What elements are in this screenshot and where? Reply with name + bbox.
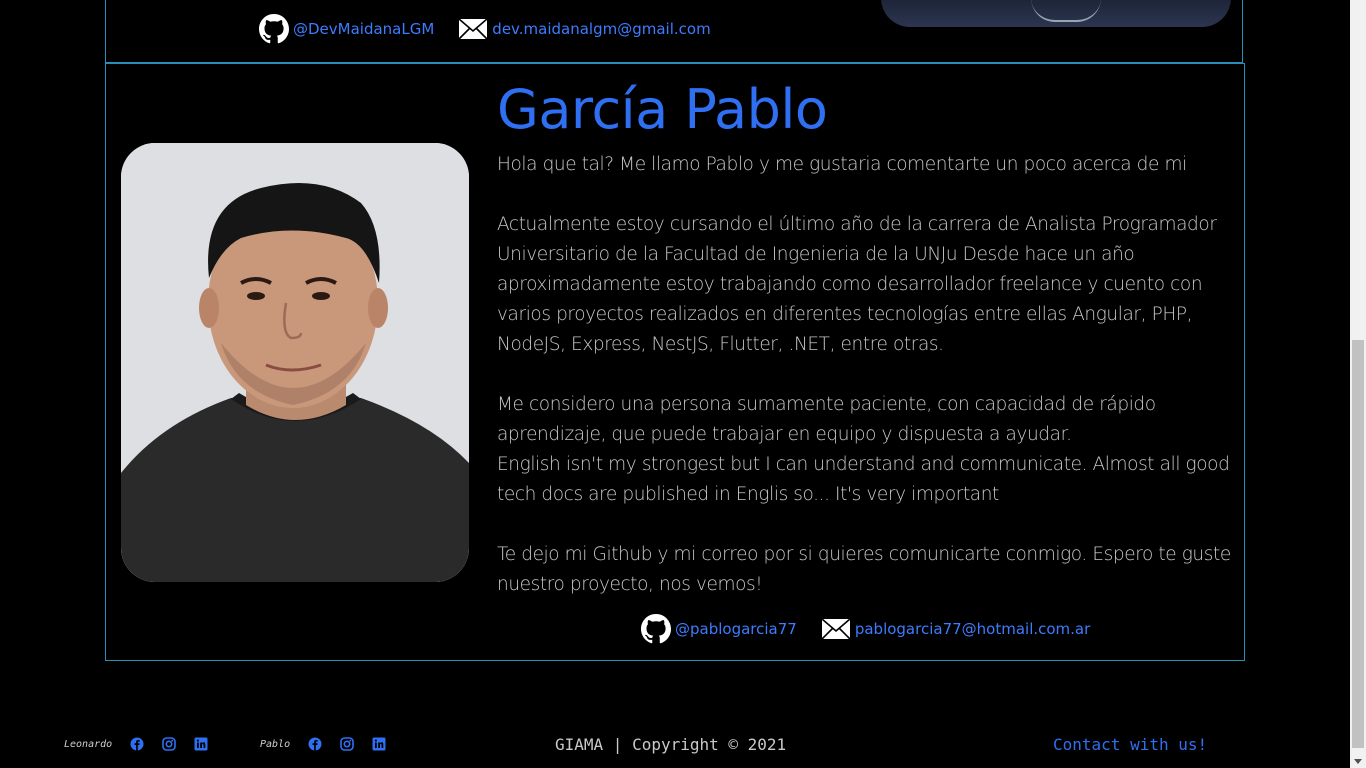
profile-photo [121,143,469,582]
previous-github-link[interactable]: @DevMaidanaLGM [259,14,434,44]
github-link[interactable]: @pablogarcia77 [641,614,797,644]
previous-contact-row: @DevMaidanaLGM dev.maidanalgm@gmail.com [259,14,735,44]
facebook-icon[interactable] [308,737,322,751]
previous-profile-photo [881,0,1231,27]
email-address: pablogarcia77@hotmail.com.ar [854,620,1091,638]
previous-profile-card: @DevMaidanaLGM dev.maidanalgm@gmail.com [105,0,1243,63]
previous-github-handle: @DevMaidanaLGM [293,20,435,38]
github-handle: @pablogarcia77 [675,620,797,638]
bio-studies: Actualmente estoy cursando el último año… [497,214,1217,355]
previous-email-link[interactable]: dev.maidanalgm@gmail.com [458,17,711,41]
page-footer: Leonardo Pablo GIAMA | Copyright © 2021 … [0,720,1350,768]
contact-us-link[interactable]: Contact with us! [1053,735,1207,754]
bio-english: English isn't my strongest but I can und… [497,454,1230,505]
social-owner-leonardo: Leonardo [64,738,113,750]
mail-icon [458,18,488,40]
social-group-leonardo: Leonardo [64,737,226,751]
linkedin-icon[interactable] [372,737,386,751]
linkedin-icon[interactable] [194,737,208,751]
profile-name: García Pablo [497,78,828,141]
profile-contact-row: @pablogarcia77 pablogarcia77@hotmail.com… [641,614,1114,644]
facebook-icon[interactable] [130,737,144,751]
instagram-icon[interactable] [162,737,176,751]
profile-bio: Hola que tal? Me llamo Pablo y me gustar… [497,150,1232,600]
email-link[interactable]: pablogarcia77@hotmail.com.ar [821,617,1090,641]
previous-email-address: dev.maidanalgm@gmail.com [492,20,711,38]
github-icon [259,14,289,44]
copyright-text: GIAMA | Copyright © 2021 [555,735,787,754]
social-owner-pablo: Pablo [260,738,291,750]
instagram-icon[interactable] [340,737,354,751]
portrait-illustration [121,143,469,582]
profile-card: García Pablo Hola que tal? Me llamo Pabl… [105,63,1245,661]
bio-closing: Te dejo mi Github y mi correo por si qui… [497,544,1231,595]
scroll-down-arrow-icon[interactable] [1354,759,1362,764]
vertical-scrollbar[interactable] [1350,0,1366,768]
scrollbar-thumb[interactable] [1352,340,1364,748]
github-icon [641,614,671,644]
mail-icon [821,618,851,640]
bio-intro: Hola que tal? Me llamo Pablo y me gustar… [497,154,1187,175]
social-group-pablo: Pablo [260,737,404,751]
bio-personality: Me considero una persona sumamente pacie… [497,394,1156,445]
